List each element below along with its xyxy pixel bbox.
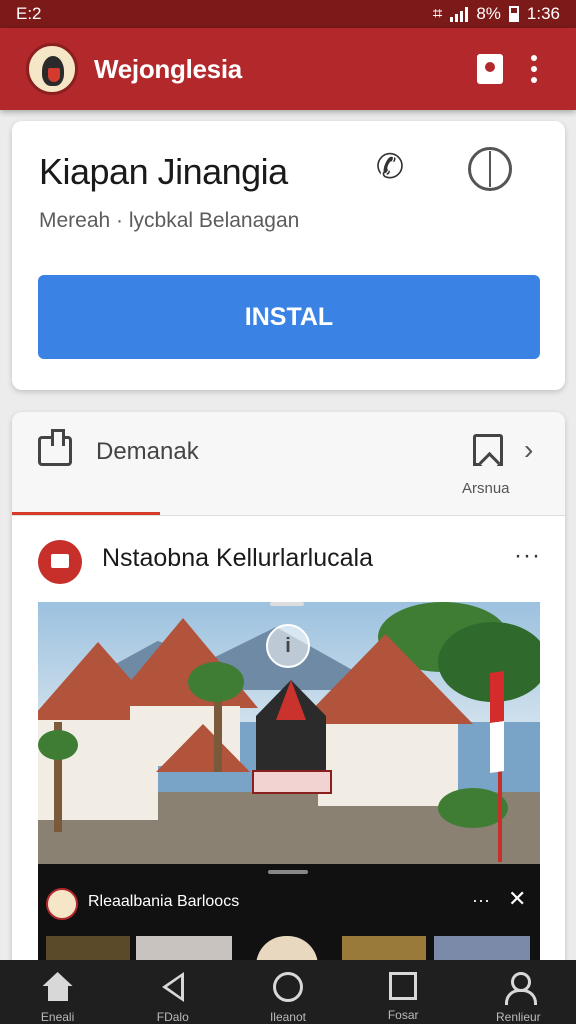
- feed-card: Demanak › Arsnua Nstaobna Kellurlarlucal…: [12, 412, 565, 1024]
- app-title: Wejonglesia: [94, 53, 242, 84]
- info-icon[interactable]: i: [266, 624, 310, 668]
- nav-item-renlieur[interactable]: Renlieur: [472, 972, 564, 1024]
- nav-item-eneali[interactable]: Eneali: [12, 972, 104, 1024]
- more-vert-icon: [531, 55, 537, 83]
- bookmark-icon: [477, 54, 503, 84]
- photo-drag-handle[interactable]: [270, 602, 304, 606]
- square-recents-icon: [389, 972, 418, 1000]
- listing-card: Kiapan Jinangia ✆ Mereah · lycbkal Belan…: [12, 121, 565, 390]
- bookmark-button[interactable]: [468, 47, 512, 91]
- download-icon[interactable]: [38, 429, 72, 466]
- tab-arsnua[interactable]: Arsnua: [462, 480, 510, 497]
- nav-item-fdalo[interactable]: FDalo: [127, 972, 219, 1024]
- status-time-right: 1:36: [526, 4, 560, 23]
- app-bar: Wejonglesia: [0, 28, 576, 110]
- post-avatar[interactable]: [38, 540, 82, 584]
- status-time-left: E:2: [16, 4, 42, 23]
- status-bar: E:2 ⌗ 8% 1:36: [0, 0, 576, 28]
- video-drag-handle[interactable]: [268, 870, 308, 874]
- nav-item-ileanot[interactable]: Ileanot: [242, 972, 334, 1024]
- post-photo[interactable]: i: [38, 602, 540, 864]
- tab-row: Demanak › Arsnua: [12, 412, 565, 516]
- battery-icon: [508, 6, 519, 22]
- listing-subtitle: Mereah · lycbkal Belanagan: [39, 209, 300, 232]
- bottom-nav: Eneali FDalo Ileanot Fosar Renlieur: [0, 960, 576, 1024]
- install-button[interactable]: INSTAL: [38, 275, 540, 359]
- more-options-button[interactable]: [512, 47, 556, 91]
- wifi-icon: ⌗: [432, 4, 443, 23]
- signal-icon: [450, 6, 469, 22]
- app-logo-icon: [26, 43, 78, 95]
- circle-home-icon: [272, 972, 303, 1002]
- post-title: Nstaobna Kellurlarlucala: [102, 544, 373, 572]
- person-icon: [503, 972, 538, 1005]
- home-outline-icon[interactable]: [473, 434, 503, 466]
- tab-divider: [12, 515, 565, 516]
- close-icon[interactable]: ✕: [508, 886, 526, 912]
- nav-item-fosar[interactable]: Fosar: [357, 972, 449, 1022]
- globe-icon[interactable]: [468, 147, 512, 191]
- home-icon: [43, 972, 73, 1002]
- battery-percent: 8%: [476, 4, 501, 23]
- video-avatar[interactable]: [46, 888, 78, 920]
- back-icon: [161, 972, 184, 1002]
- tab-demanak[interactable]: Demanak: [96, 438, 199, 466]
- phone-icon[interactable]: ✆: [368, 145, 412, 189]
- post-more-icon[interactable]: ···: [514, 542, 541, 570]
- listing-title: Kiapan Jinangia: [39, 151, 288, 192]
- video-more-icon[interactable]: ···: [472, 890, 490, 911]
- chevron-right-icon[interactable]: ›: [524, 434, 533, 466]
- status-indicators: ⌗ 8% 1:36: [433, 4, 560, 24]
- flag: [490, 671, 504, 773]
- video-title: Rleaalbania Barloocs: [88, 893, 240, 910]
- post-header: Nstaobna Kellurlarlucala ···: [12, 530, 565, 594]
